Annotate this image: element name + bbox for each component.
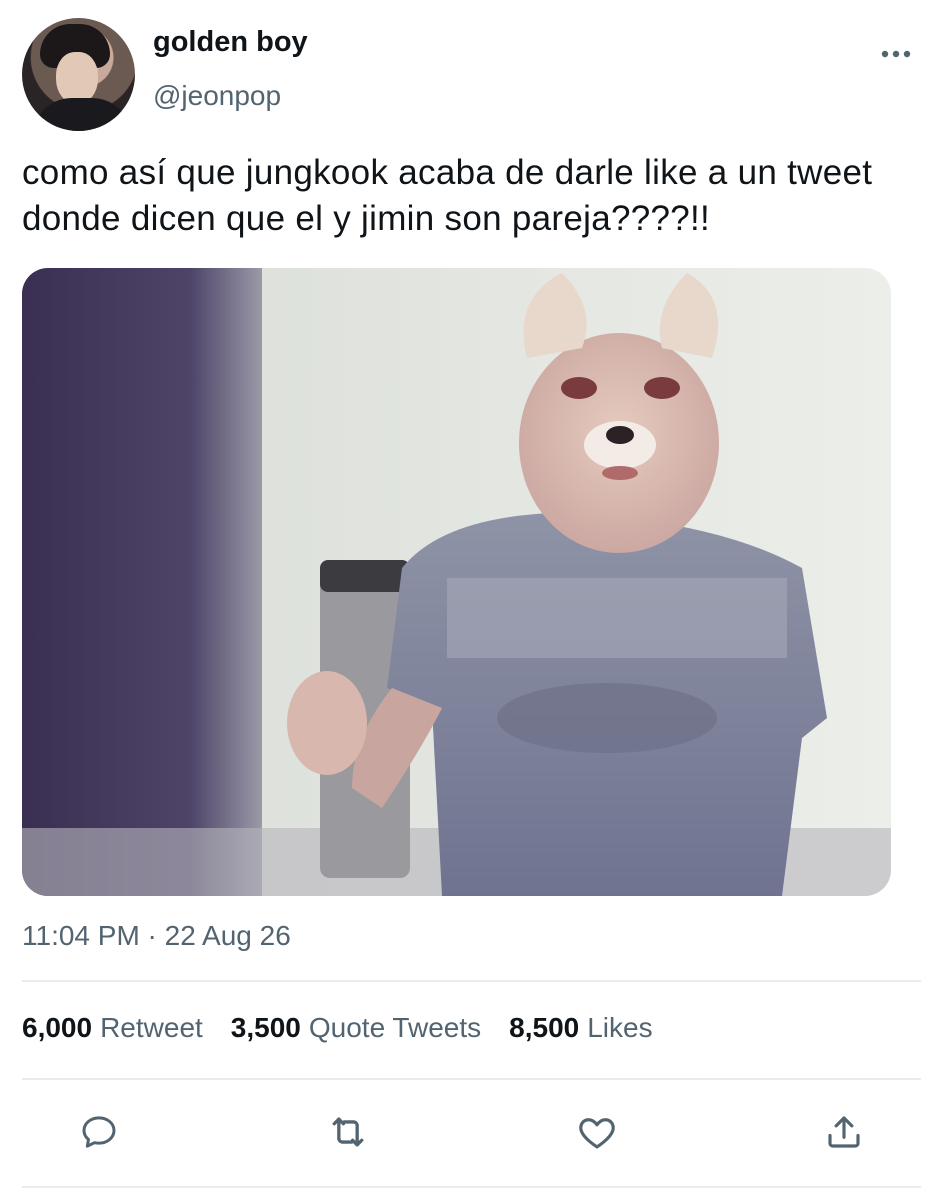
- avatar[interactable]: [22, 18, 135, 131]
- more-dots-icon: [881, 50, 911, 58]
- avatar-face: [56, 52, 98, 104]
- tweet: golden boy @jeonpop como así que jungkoo…: [0, 0, 943, 1200]
- user-handle[interactable]: @jeonpop: [153, 80, 281, 112]
- quote-tweets-count: 3,500: [230, 1012, 301, 1043]
- reply-icon: [82, 1116, 116, 1148]
- tweet-timestamp[interactable]: 11:04 PM · 22 Aug 26: [22, 920, 291, 952]
- media-illustration: [22, 268, 891, 896]
- tweet-text: como así que jungkook acaba de darle lik…: [22, 153, 873, 238]
- tweet-media-image[interactable]: [22, 268, 891, 896]
- tweet-stats: 6,000 Retweet 3,500 Quote Tweets 8,500 Like…: [22, 1012, 653, 1044]
- retweets-count: 6,000: [22, 1012, 93, 1043]
- more-options-button[interactable]: [876, 36, 916, 72]
- divider: [22, 1186, 921, 1188]
- display-name[interactable]: golden boy: [153, 26, 308, 59]
- retweets-label: Retweet: [100, 1012, 203, 1043]
- likes-stat[interactable]: 8,500 Likes: [509, 1012, 652, 1044]
- avatar-jacket: [32, 98, 132, 131]
- likes-count: 8,500: [509, 1012, 580, 1043]
- share-icon: [828, 1116, 860, 1148]
- retweet-icon: [332, 1117, 364, 1147]
- like-button[interactable]: [575, 1110, 619, 1154]
- divider: [22, 1078, 921, 1080]
- share-button[interactable]: [822, 1110, 866, 1154]
- quote-tweets-label: Quote Tweets: [308, 1012, 482, 1043]
- quote-tweets-stat[interactable]: 3,500 Quote Tweets: [231, 1012, 481, 1044]
- reply-button[interactable]: [77, 1110, 121, 1154]
- divider: [22, 980, 921, 982]
- retweet-button[interactable]: [326, 1110, 370, 1154]
- heart-icon: [579, 1118, 615, 1149]
- retweets-stat[interactable]: 6,000 Retweet: [22, 1012, 203, 1044]
- likes-label: Likes: [587, 1012, 653, 1043]
